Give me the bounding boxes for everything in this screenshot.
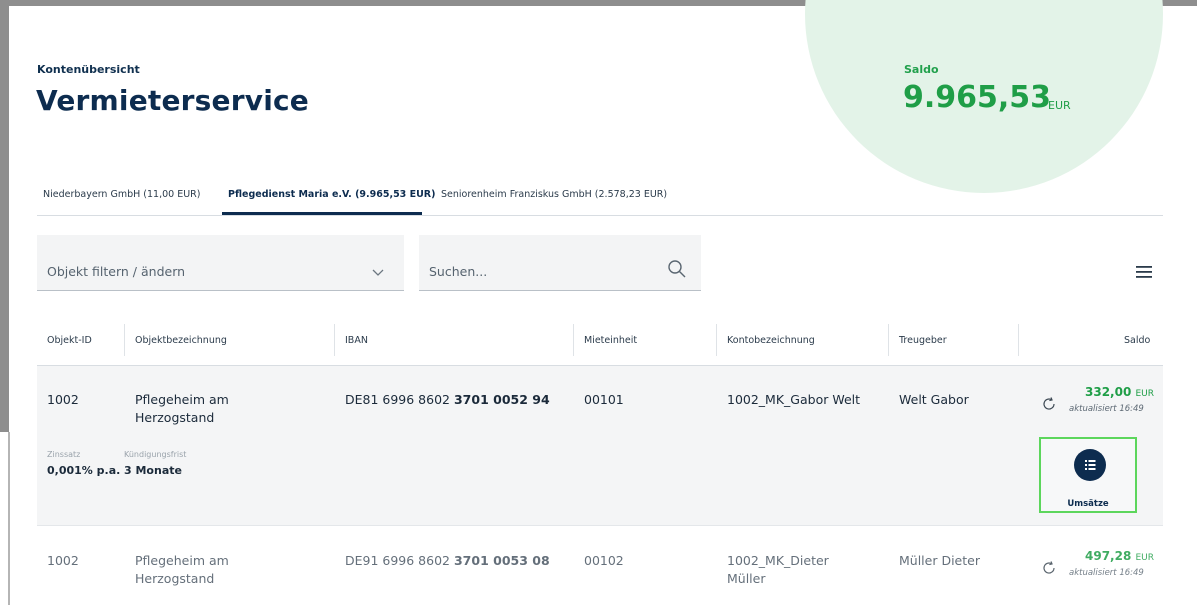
saldo-amount-unit: EUR <box>1135 553 1155 563</box>
cell-treugeber: Müller Dieter <box>899 553 980 568</box>
refresh-icon[interactable] <box>1041 396 1057 412</box>
hamburger-menu-icon[interactable] <box>1136 265 1152 279</box>
account-tabs: Niederbayern GmbH (11,00 EUR) Pflegedien… <box>37 182 1163 216</box>
active-tab-indicator <box>222 212 422 215</box>
column-header-iban[interactable]: IBAN <box>345 335 368 346</box>
zinssatz-label: Zinssatz <box>47 450 81 459</box>
list-icon <box>1074 449 1106 481</box>
umsaetze-label: Umsätze <box>1067 499 1109 509</box>
column-separator <box>1018 324 1019 356</box>
umsaetze-button[interactable]: Umsätze <box>1039 437 1137 513</box>
cell-objekt-id: 1002 <box>47 392 79 407</box>
search-field <box>419 235 701 291</box>
kuendigungsfrist-label: Kündigungsfrist <box>124 450 187 459</box>
zinssatz-value: 0,001% p.a. <box>47 464 121 477</box>
page-overline: Kontenübersicht <box>37 63 140 76</box>
object-filter-label: Objekt filtern / ändern <box>47 264 186 279</box>
cell-iban: DE91 6996 8602 3701 0053 08 <box>345 552 550 570</box>
cell-objekt-id: 1002 <box>47 553 79 568</box>
kuendigungsfrist-value: 3 Monate <box>124 464 182 477</box>
saldo-amount-unit: EUR <box>1135 389 1155 399</box>
cell-treugeber: Welt Gabor <box>899 392 969 407</box>
table-row-expanded[interactable] <box>37 366 1163 525</box>
total-saldo-label: Saldo <box>904 63 939 76</box>
column-header-objekt-id[interactable]: Objekt-ID <box>47 335 92 346</box>
column-header-saldo[interactable]: Saldo <box>1124 335 1150 346</box>
column-header-kontobezeichnung[interactable]: Kontobezeichnung <box>727 335 815 346</box>
saldo-amount-value: 497,28 <box>1085 549 1132 563</box>
total-saldo-unit: EUR <box>1048 99 1071 112</box>
cell-kontobezeichnung-line2: Müller <box>727 571 766 586</box>
cell-mieteinheit: 00102 <box>584 553 624 568</box>
cell-kontobezeichnung: 1002_MK_Gabor Welt <box>727 392 861 407</box>
tab-seniorenheim-franziskus[interactable]: Seniorenheim Franziskus GmbH (2.578,23 E… <box>441 189 667 200</box>
row-saldo-amount: 497,28 EUR <box>1085 549 1154 563</box>
iban-account-part: 3701 0052 94 <box>453 392 550 407</box>
row-updated-time: aktualisiert 16:49 <box>1069 568 1144 578</box>
cell-bezeichnung-line2: Herzogstand <box>135 410 215 425</box>
column-header-treugeber[interactable]: Treugeber <box>899 335 947 346</box>
row-saldo-amount: 332,00 EUR <box>1085 385 1154 399</box>
column-separator <box>124 324 125 356</box>
cell-mieteinheit: 00101 <box>584 392 624 407</box>
frame-edge <box>8 432 10 605</box>
iban-prefix: DE91 6996 8602 <box>345 553 454 568</box>
cell-bezeichnung-line2: Herzogstand <box>135 571 215 586</box>
iban-prefix: DE81 6996 8602 <box>345 392 454 407</box>
iban-account-part: 3701 0053 08 <box>453 553 550 568</box>
cell-iban: DE81 6996 8602 3701 0052 94 <box>345 391 550 409</box>
tab-niederbayern[interactable]: Niederbayern GmbH (11,00 EUR) <box>43 189 200 200</box>
column-separator <box>888 324 889 356</box>
search-input[interactable] <box>429 261 649 281</box>
chevron-down-icon <box>372 269 384 276</box>
column-separator <box>334 324 335 356</box>
object-filter-select[interactable]: Objekt filtern / ändern <box>37 235 404 291</box>
tab-pflegedienst-maria[interactable]: Pflegedienst Maria e.V. (9.965,53 EUR) <box>228 189 435 200</box>
refresh-icon[interactable] <box>1041 560 1057 576</box>
column-separator <box>573 324 574 356</box>
cell-kontobezeichnung-line1: 1002_MK_Dieter <box>727 553 829 568</box>
cell-bezeichnung-line1: Pflegeheim am <box>135 553 229 568</box>
column-header-mieteinheit[interactable]: Mieteinheit <box>584 335 637 346</box>
total-saldo-value: 9.965,53 <box>903 80 1052 115</box>
search-icon[interactable] <box>667 259 687 279</box>
saldo-amount-value: 332,00 <box>1085 385 1132 399</box>
column-separator <box>716 324 717 356</box>
column-header-objektbezeichnung[interactable]: Objektbezeichnung <box>135 335 227 346</box>
cell-bezeichnung-line1: Pflegeheim am <box>135 392 229 407</box>
row-updated-time: aktualisiert 16:49 <box>1069 404 1144 414</box>
page-title: Vermieterservice <box>36 84 309 117</box>
row-divider <box>37 525 1163 526</box>
